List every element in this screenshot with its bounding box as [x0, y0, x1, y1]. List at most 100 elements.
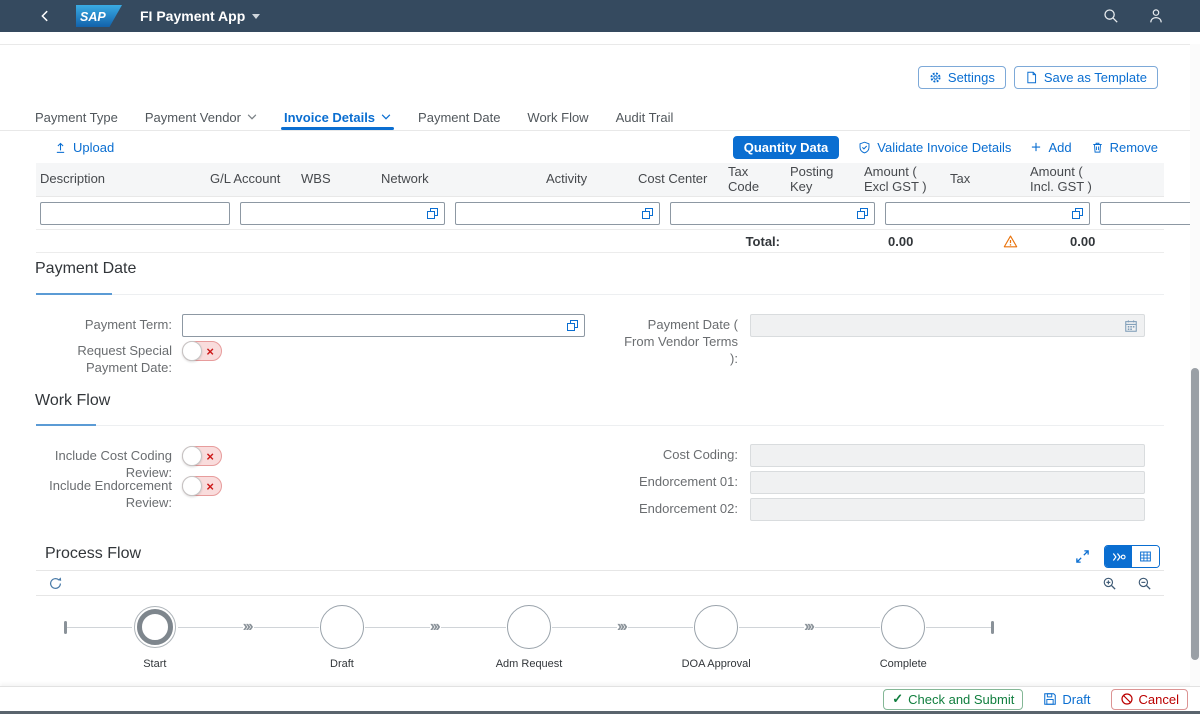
col-amount-excl-gst: Amount ( Excl GST ) [864, 165, 940, 195]
value-help-icon[interactable] [642, 208, 653, 219]
flow-end-terminator [991, 621, 994, 634]
col-description: Description [40, 172, 200, 187]
flow-node-adm-request[interactable]: Adm Request [506, 604, 552, 650]
check-icon: ✓ [892, 691, 903, 707]
scrollbar-thumb[interactable] [1191, 368, 1199, 660]
footer-bar: ✓ Check and Submit Draft Cancel [0, 686, 1200, 711]
settings-button[interactable]: Settings [918, 66, 1006, 89]
chevron-down-icon [247, 114, 257, 120]
validate-shield-icon [858, 141, 871, 154]
add-row-button[interactable]: Add [1030, 140, 1071, 155]
flow-node-label: Start [143, 658, 166, 670]
search-icon[interactable] [1103, 8, 1119, 24]
remove-row-button[interactable]: Remove [1091, 140, 1158, 155]
value-help-icon[interactable] [1072, 208, 1083, 219]
tab-payment-vendor[interactable]: Payment Vendor [145, 104, 257, 130]
description-input[interactable] [47, 206, 223, 221]
process-flow-canvas: Start ››› Draft ››› Adm Request ››› DOA … [36, 596, 994, 684]
col-network: Network [381, 172, 536, 187]
include-endorcement-label: Include Endorcement Review: [35, 475, 172, 512]
shell-divider [0, 44, 1200, 45]
include-cost-coding-toggle[interactable]: × [182, 446, 222, 466]
col-tax-code: Tax Code [728, 165, 780, 195]
total-label: Total: [728, 234, 780, 249]
request-special-payment-toggle[interactable]: × [182, 341, 222, 361]
col-posting-key: Posting Key [790, 165, 854, 195]
back-button[interactable] [38, 9, 52, 23]
save-as-template-button[interactable]: Save as Template [1014, 66, 1158, 89]
refresh-icon[interactable] [48, 576, 63, 591]
draft-button[interactable]: Draft [1035, 689, 1098, 710]
flow-node-label: Adm Request [496, 658, 563, 670]
col-gl-account: G/L Account [210, 172, 291, 187]
process-flow-icon [1112, 551, 1126, 563]
flow-connector-icon: ››› [243, 619, 254, 635]
col-wbs: WBS [301, 172, 371, 187]
draft-label: Draft [1062, 692, 1090, 707]
trash-icon [1091, 141, 1104, 154]
tab-payment-date[interactable]: Payment Date [418, 104, 500, 130]
save-as-template-label: Save as Template [1044, 70, 1147, 85]
quantity-data-button[interactable]: Quantity Data [733, 136, 840, 159]
validate-label: Validate Invoice Details [877, 140, 1011, 155]
fullscreen-icon[interactable] [1075, 549, 1090, 564]
calendar-icon[interactable] [1124, 319, 1138, 333]
flow-node-start[interactable]: Start [132, 604, 178, 650]
process-flow-view-button[interactable] [1105, 546, 1132, 567]
network-input[interactable] [677, 206, 853, 221]
tab-payment-type[interactable]: Payment Type [35, 104, 118, 130]
total-amount-excl-gst: 0.00 [864, 234, 940, 249]
flow-connector-icon: ››› [617, 619, 628, 635]
warning-icon [1003, 234, 1018, 249]
grid-icon [1139, 550, 1152, 563]
upload-label: Upload [73, 140, 114, 155]
gl-account-input[interactable] [247, 206, 423, 221]
invoice-table-header: Description G/L Account WBS Network Acti… [36, 163, 1164, 197]
svg-text:SAP: SAP [80, 10, 106, 24]
check-and-submit-label: Check and Submit [908, 692, 1014, 707]
tab-audit-trail[interactable]: Audit Trail [616, 104, 674, 130]
validate-invoice-details-button[interactable]: Validate Invoice Details [858, 140, 1011, 155]
cancel-label: Cancel [1139, 692, 1179, 707]
tab-invoice-details[interactable]: Invoice Details [284, 104, 391, 130]
zoom-out-icon[interactable] [1137, 576, 1152, 591]
value-help-icon[interactable] [857, 208, 868, 219]
flow-node-doa-approval[interactable]: DOA Approval [693, 604, 739, 650]
work-flow-section-rule [36, 425, 1164, 426]
invoice-table-row [36, 197, 1164, 229]
process-flow-toolbar [36, 570, 1164, 596]
invoice-table-total-row: Total: 0.00 0.00 [36, 229, 1164, 253]
app-title-menu[interactable]: FI Payment App [140, 8, 260, 24]
include-endorcement-toggle[interactable]: × [182, 476, 222, 496]
flow-node-draft[interactable]: Draft [319, 604, 365, 650]
endorcement-02-field: Endorcement 02: [620, 498, 1145, 521]
check-and-submit-button[interactable]: ✓ Check and Submit [883, 689, 1023, 710]
flow-node-label: Complete [880, 658, 927, 670]
back-chevron-icon [38, 9, 52, 23]
shell-bar: SAP FI Payment App [0, 0, 1200, 32]
payment-term-input[interactable] [189, 318, 563, 333]
payment-term-label: Payment Term: [35, 314, 172, 337]
vertical-scrollbar[interactable] [1190, 44, 1200, 686]
flow-node-complete[interactable]: Complete [880, 604, 926, 650]
request-special-payment-label: Request Special Payment Date: [35, 340, 172, 377]
gear-icon [929, 71, 942, 84]
cancel-button[interactable]: Cancel [1111, 689, 1188, 710]
user-profile-icon[interactable] [1148, 8, 1164, 24]
template-icon [1025, 71, 1038, 84]
fi-payment-app: SAP FI Payment App Settings Save as Temp… [0, 0, 1200, 714]
col-amount-incl-gst: Amount ( Incl. GST ) [1030, 165, 1098, 195]
wbs-input[interactable] [462, 206, 638, 221]
toggle-off-icon: × [206, 448, 214, 465]
value-help-icon[interactable] [427, 208, 438, 219]
chevron-down-icon [381, 114, 391, 120]
value-help-icon[interactable] [567, 320, 578, 331]
zoom-in-icon[interactable] [1102, 576, 1117, 591]
upload-button[interactable]: Upload [54, 140, 114, 155]
activity-input[interactable] [892, 206, 1068, 221]
tab-work-flow[interactable]: Work Flow [527, 104, 588, 130]
cost-center-input[interactable] [1107, 206, 1200, 221]
work-flow-section-title: Work Flow [35, 392, 110, 410]
toggle-off-icon: × [206, 343, 214, 360]
table-view-button[interactable] [1132, 546, 1159, 567]
